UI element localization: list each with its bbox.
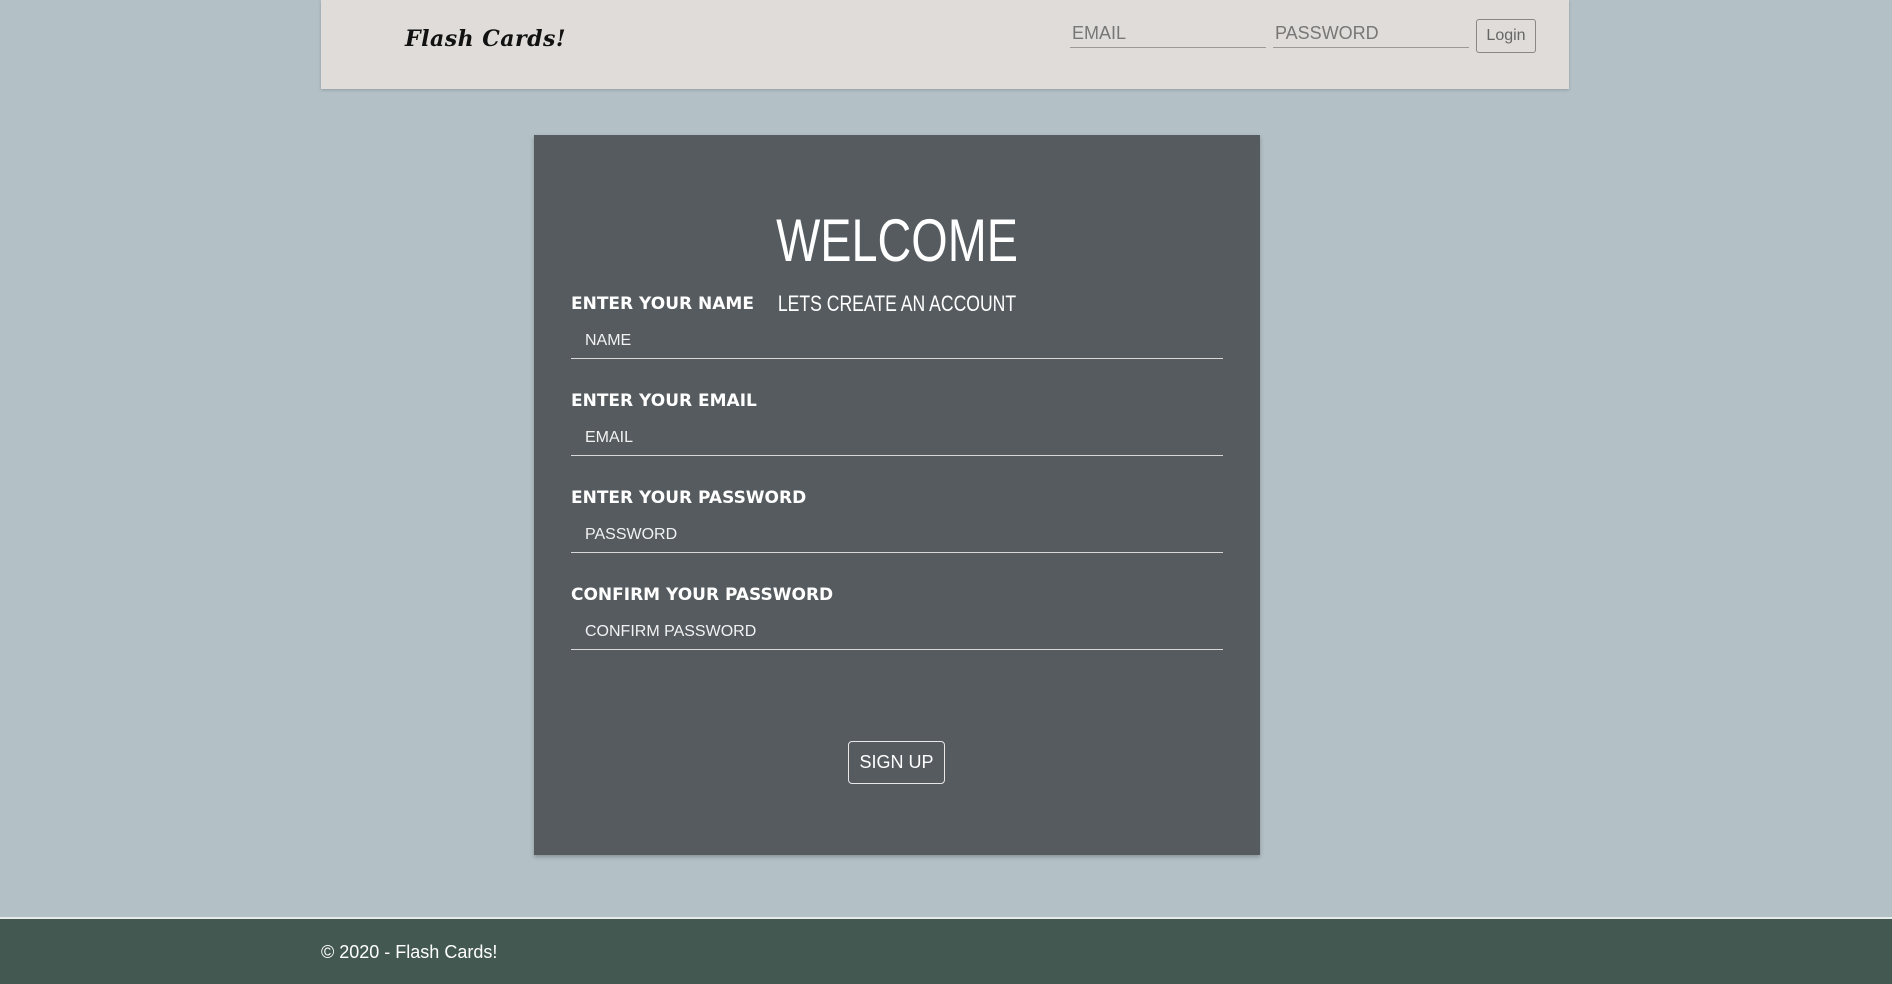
login-password-input[interactable]: [1273, 20, 1469, 48]
footer: © 2020 - Flash Cards!: [0, 917, 1892, 984]
password-label: ENTER YOUR PASSWORD: [571, 488, 807, 508]
confirm-password-input[interactable]: [571, 614, 1223, 650]
welcome-title: WELCOME: [776, 207, 1018, 274]
signup-button[interactable]: SIGN UP: [848, 741, 945, 784]
brand-logo[interactable]: Flash Cards!: [405, 26, 566, 52]
login-button[interactable]: Login: [1476, 19, 1536, 53]
email-label: ENTER YOUR EMAIL: [571, 391, 757, 411]
password-input[interactable]: [571, 517, 1223, 553]
login-email-input[interactable]: [1070, 20, 1266, 48]
name-label: ENTER YOUR NAME: [571, 294, 754, 314]
name-input[interactable]: [571, 323, 1223, 359]
confirm-password-label: CONFIRM YOUR PASSWORD: [571, 585, 834, 605]
copyright-text: © 2020 - Flash Cards!: [321, 942, 498, 962]
email-input[interactable]: [571, 420, 1223, 456]
signup-card: WELCOME LETS CREATE AN ACCOUNT ENTER YOU…: [534, 135, 1260, 855]
top-navbar: Flash Cards! Login: [321, 0, 1569, 89]
